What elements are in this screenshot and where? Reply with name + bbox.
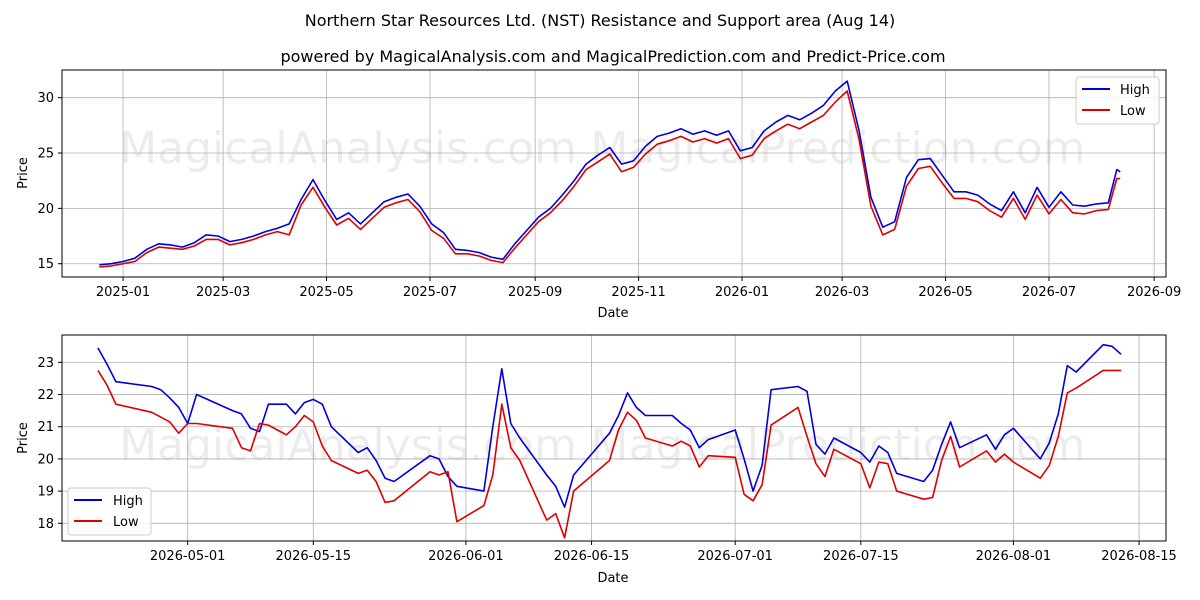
bottom-x-tick-label: 2026-05-01: [150, 549, 226, 564]
top-x-tick-label: 2026-03: [815, 285, 869, 300]
top-x-tick-label: 2025-05: [299, 285, 353, 300]
watermark-top-left: MagicalAnalysis.com: [119, 123, 577, 174]
bottom-y-tick-label: 19: [37, 485, 54, 500]
bottom-x-tick-label: 2026-07-15: [823, 549, 899, 564]
bottom-y-tick-label: 18: [37, 517, 54, 532]
watermark-bottom-right: MagicalPrediction.com: [591, 420, 1086, 471]
chart-canvas: Northern Star Resources Ltd. (NST) Resis…: [16, 11, 1181, 586]
top-legend: High Low: [1075, 76, 1160, 125]
bottom-y-tick-label: 20: [37, 452, 54, 467]
bottom-x-tick-label: 2026-06-01: [428, 549, 504, 564]
bottom-x-tick-label: 2026-05-15: [276, 549, 352, 564]
top-low-series-line: [99, 90, 1121, 268]
top-y-tick-label: 20: [37, 202, 54, 217]
bottom-y-axis-label: Price: [16, 422, 31, 454]
chart-title: Northern Star Resources Ltd. (NST) Resis…: [305, 11, 896, 30]
bottom-legend: High Low: [67, 487, 152, 536]
top-x-tick-label: 2026-05: [918, 285, 972, 300]
bottom-x-axis-label: Date: [597, 571, 628, 586]
top-y-axis-label: Price: [16, 157, 31, 189]
bottom-legend-high-label: High: [113, 494, 143, 509]
chart-subtitle: powered by MagicalAnalysis.com and Magic…: [280, 47, 945, 66]
bottom-y-tick-label: 21: [37, 420, 54, 435]
bottom-x-tick-label: 2026-06-15: [554, 549, 630, 564]
top-x-tick-label: 2025-01: [96, 285, 150, 300]
top-x-tick-label: 2026-01: [715, 285, 769, 300]
top-y-tick-label: 15: [37, 257, 54, 272]
top-x-tick-label: 2025-07: [403, 285, 457, 300]
top-legend-low-label: Low: [1120, 104, 1146, 119]
bottom-x-tick-label: 2026-08-01: [976, 549, 1052, 564]
top-series: [99, 80, 1121, 268]
bottom-y-tick-label: 23: [37, 356, 54, 371]
top-x-tick-label: 2026-07: [1022, 285, 1076, 300]
bottom-legend-low-label: Low: [113, 515, 139, 530]
top-price-chart: 2025-01 2025-03 2025-05 2025-07 2025-09 2025-…: [16, 69, 1181, 321]
top-legend-high-label: High: [1120, 83, 1150, 98]
top-y-tick-label: 30: [37, 91, 54, 106]
top-y-tick-label: 25: [37, 147, 54, 162]
top-x-axis-label: Date: [597, 306, 628, 321]
top-x-tick-label: 2025-03: [196, 285, 250, 300]
watermark-top-right: MagicalPrediction.com: [591, 123, 1086, 174]
bottom-x-tick-label: 2026-07-01: [697, 549, 773, 564]
bottom-x-tick-label: 2026-08-15: [1101, 549, 1177, 564]
top-x-tick-label: 2025-11: [611, 285, 665, 300]
top-x-tick-label: 2025-09: [508, 285, 562, 300]
bottom-y-tick-label: 22: [37, 388, 54, 403]
top-x-tick-label: 2026-09: [1127, 285, 1181, 300]
